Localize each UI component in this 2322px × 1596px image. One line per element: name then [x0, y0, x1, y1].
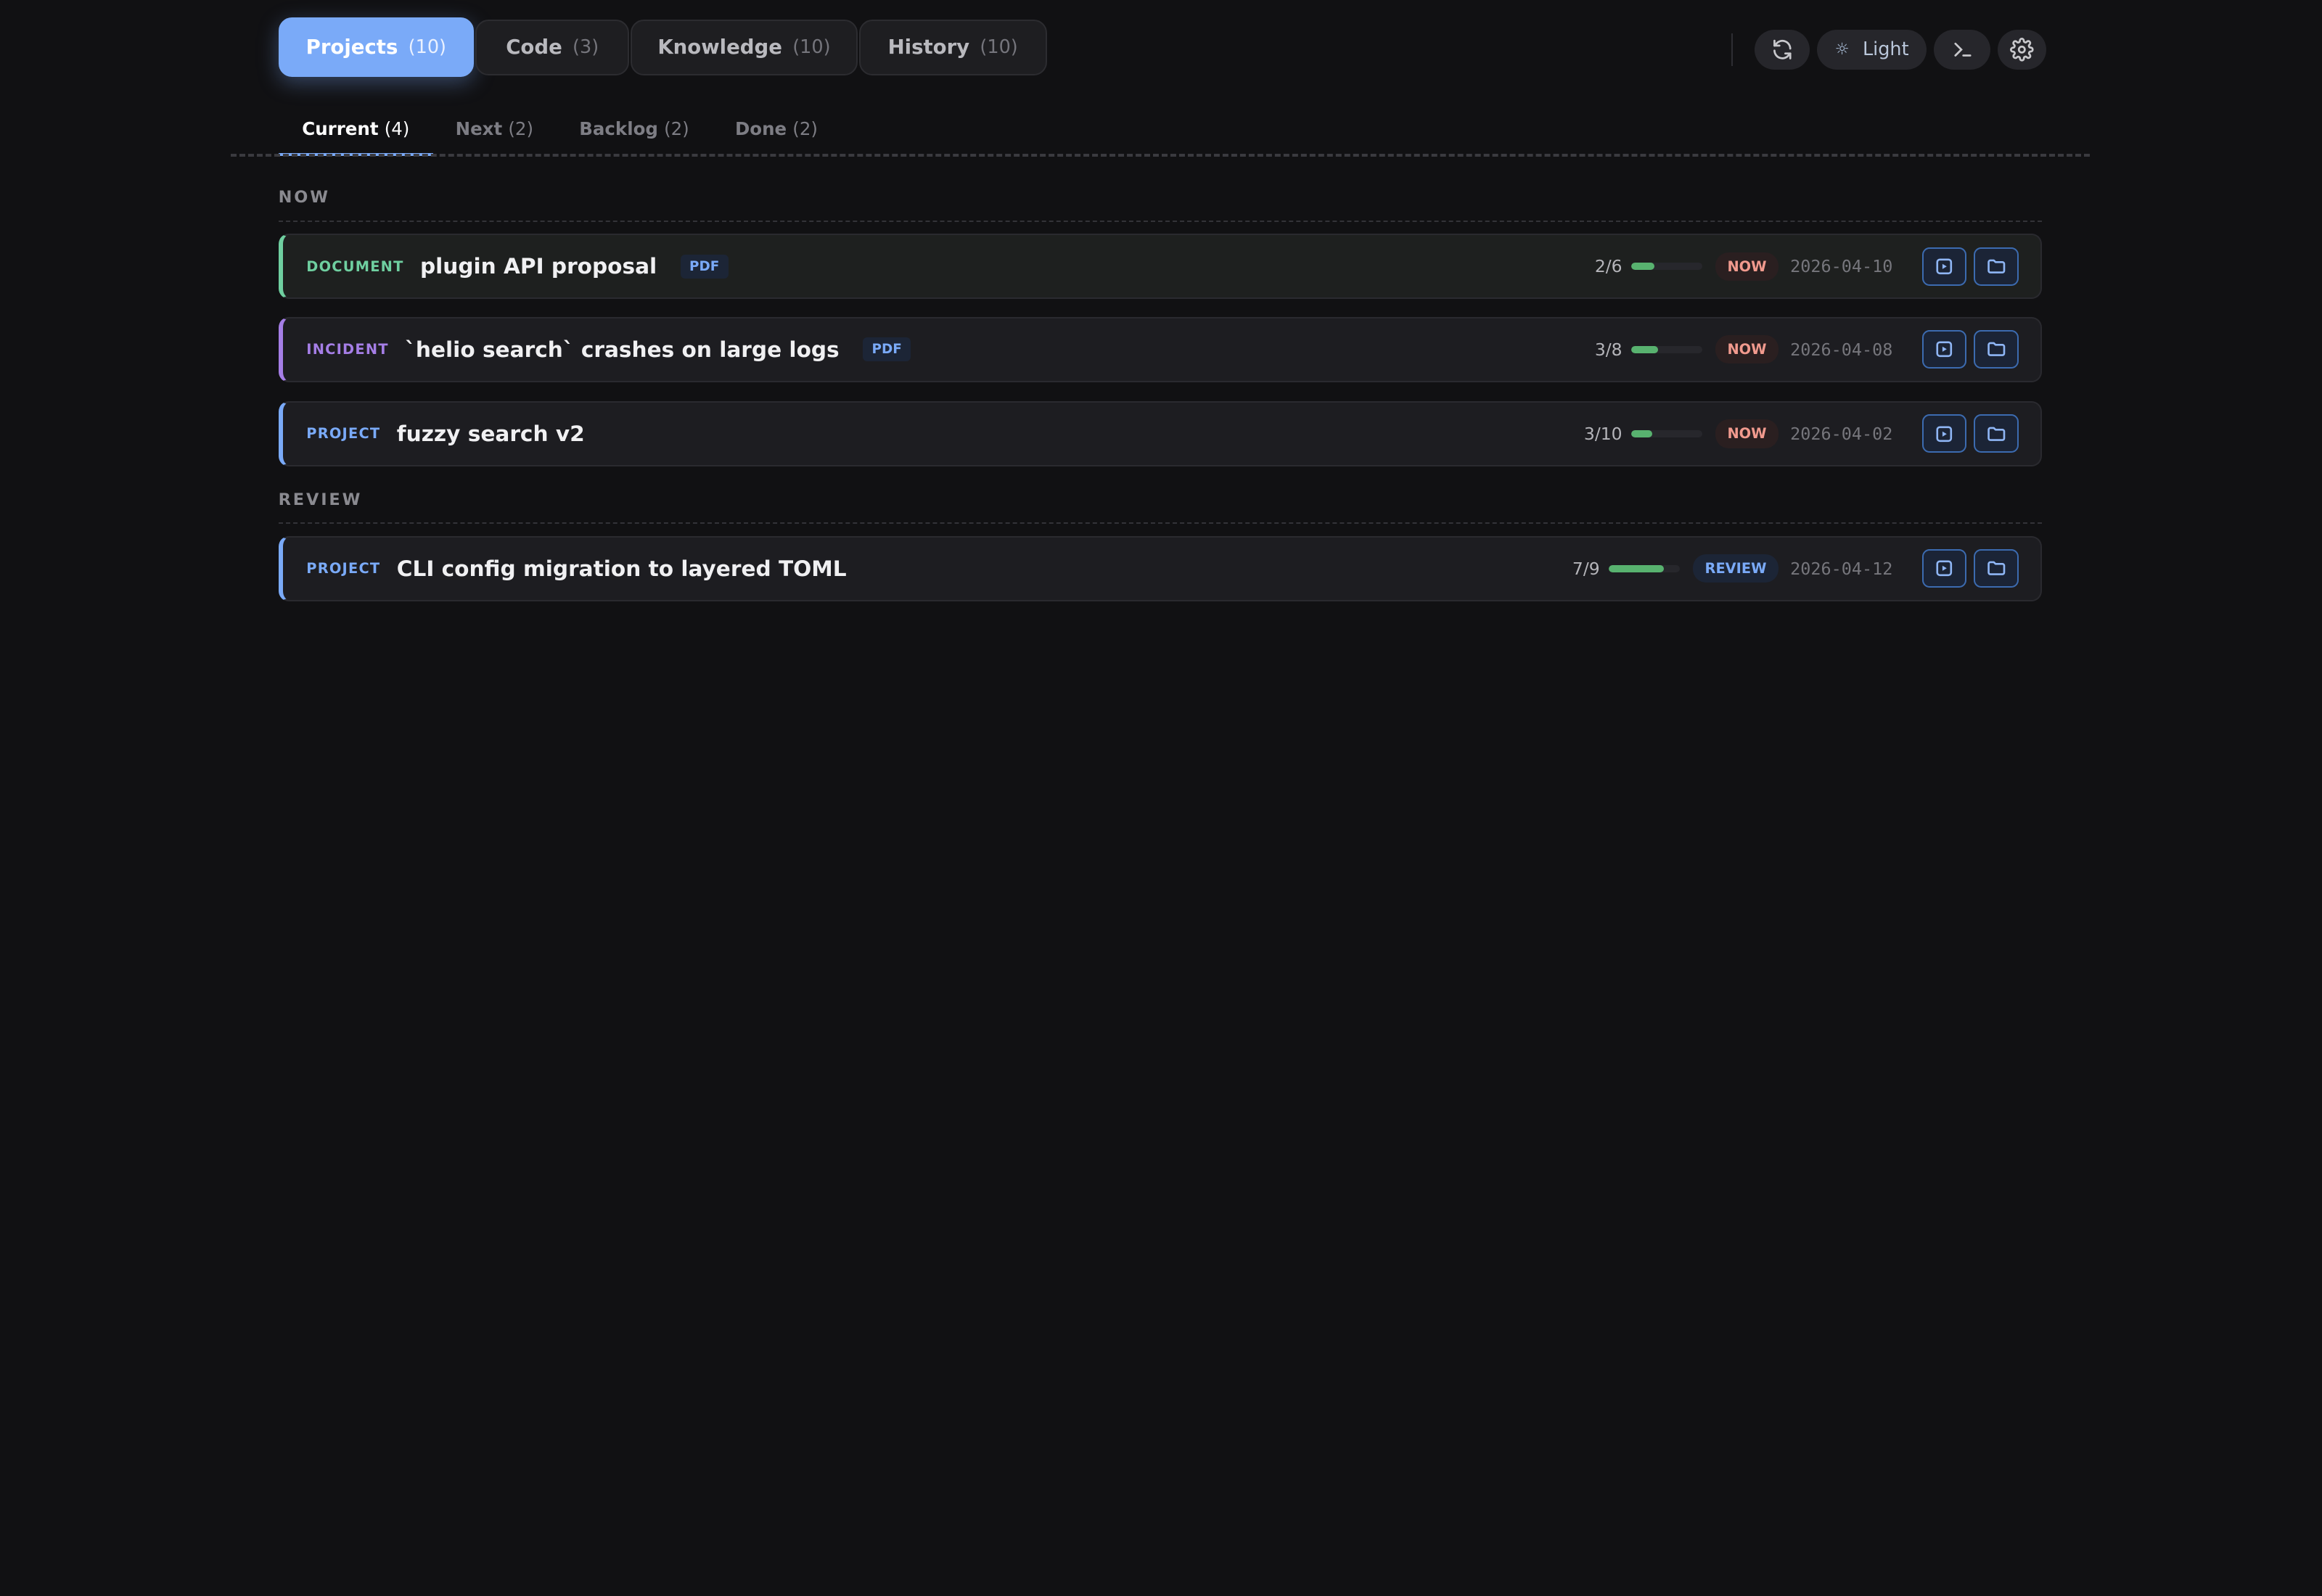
- progress-bar: [1630, 263, 1702, 271]
- gear-icon: [2010, 38, 2034, 62]
- folder-icon: [1987, 427, 2006, 441]
- play-square-icon: [1936, 426, 1953, 442]
- item-meta: 2/6 NOW 2026-04-10: [1595, 247, 2019, 286]
- status-badge: NOW: [1715, 334, 1779, 364]
- tab-history[interactable]: History (10): [858, 19, 1047, 76]
- subtab-label: Current: [302, 118, 379, 140]
- section-heading-now: NOW: [278, 188, 330, 207]
- pdf-badge[interactable]: PDF: [863, 337, 911, 362]
- item-date: 2026-04-10: [1790, 256, 1893, 277]
- item-kind: DOCUMENT: [306, 258, 404, 275]
- item-meta: 3/10 NOW 2026-04-02: [1584, 414, 2019, 453]
- tab-code[interactable]: Code (3): [475, 19, 630, 76]
- play-square-icon: [1936, 258, 1953, 275]
- folder-icon: [1987, 342, 2006, 357]
- open-button[interactable]: [1922, 330, 1967, 369]
- item-kind: PROJECT: [306, 425, 381, 443]
- tab-label: Projects: [305, 36, 398, 59]
- status-badge: NOW: [1715, 419, 1779, 448]
- progress-fill: [1630, 345, 1658, 353]
- status-badge: REVIEW: [1693, 554, 1779, 583]
- subtab-label: Backlog: [579, 118, 658, 140]
- progress-text: 2/6: [1594, 256, 1622, 277]
- item-title[interactable]: CLI config migration to layered TOML: [397, 556, 847, 581]
- tab-count: (3): [573, 36, 599, 59]
- theme-toggle-button[interactable]: ☼ Light: [1817, 29, 1927, 70]
- toolbar-divider: [1731, 33, 1733, 66]
- subtab-label: Done: [734, 118, 787, 140]
- item-title[interactable]: `helio search` crashes on large logs: [405, 337, 840, 362]
- list-item[interactable]: PROJECT fuzzy search v2 3/10 NOW 2026-04…: [278, 401, 2043, 466]
- subtab-backlog[interactable]: Backlog (2): [579, 115, 689, 155]
- item-date: 2026-04-02: [1790, 423, 1893, 444]
- open-folder-button[interactable]: [1974, 549, 2019, 588]
- open-folder-button[interactable]: [1974, 330, 2019, 369]
- tab-label: Code: [506, 36, 562, 59]
- pdf-badge[interactable]: PDF: [680, 254, 729, 279]
- folder-icon: [1987, 562, 2006, 576]
- section-divider: [278, 221, 2043, 223]
- subtab-count: (2): [664, 118, 689, 140]
- subtab-next[interactable]: Next (2): [456, 115, 533, 155]
- progress-text: 3/10: [1583, 423, 1622, 444]
- status-badge: NOW: [1715, 252, 1779, 281]
- progress-bar: [1630, 429, 1702, 438]
- progress-text: 7/9: [1572, 558, 1600, 579]
- play-square-icon: [1936, 341, 1953, 358]
- tab-count: (10): [408, 36, 447, 59]
- tab-label: History: [887, 36, 970, 59]
- tab-label: Knowledge: [657, 36, 782, 59]
- tab-count: (10): [792, 36, 831, 59]
- top-tabs: Projects (10) Code (3) Knowledge (10) Histo…: [278, 17, 1049, 78]
- item-kind: PROJECT: [306, 560, 381, 577]
- open-button[interactable]: [1922, 414, 1967, 453]
- refresh-icon: [1773, 39, 1792, 59]
- progress-fill: [1630, 263, 1655, 271]
- list-item[interactable]: INCIDENT `helio search` crashes on large…: [278, 316, 2043, 382]
- app: Projects (10) Code (3) Knowledge (10) Histo…: [0, 0, 2322, 1596]
- list-item[interactable]: DOCUMENT plugin API proposal PDF 2/6 NOW…: [278, 234, 2043, 300]
- progress-fill: [1608, 564, 1665, 572]
- toolbar: ☼ Light: [1731, 29, 2054, 70]
- item-date: 2026-04-08: [1790, 339, 1893, 360]
- play-square-icon: [1936, 560, 1953, 577]
- tab-knowledge[interactable]: Knowledge (10): [631, 19, 858, 76]
- sun-icon: ☼: [1834, 40, 1850, 59]
- item-date: 2026-04-12: [1790, 558, 1893, 579]
- item-meta: 7/9 REVIEW 2026-04-12: [1572, 549, 2019, 588]
- terminal-icon: [1954, 42, 1972, 57]
- tab-projects[interactable]: Projects (10): [278, 17, 475, 78]
- tab-count: (10): [980, 36, 1018, 59]
- settings-button[interactable]: [1998, 29, 2047, 70]
- subtabs-divider: [231, 154, 2090, 157]
- progress-text: 3/8: [1594, 339, 1622, 360]
- open-folder-button[interactable]: [1974, 247, 2019, 286]
- subtab-count: (2): [508, 118, 533, 140]
- subtab-count: (4): [384, 118, 410, 140]
- progress-fill: [1630, 429, 1653, 438]
- subtab-count: (2): [792, 118, 818, 140]
- item-title[interactable]: fuzzy search v2: [397, 421, 585, 446]
- section-divider: [278, 522, 2043, 525]
- subtab-done[interactable]: Done (2): [735, 115, 818, 155]
- progress-bar: [1630, 345, 1702, 353]
- progress-bar: [1608, 564, 1680, 572]
- item-title[interactable]: plugin API proposal: [420, 254, 657, 279]
- subtab-label: Next: [455, 118, 503, 140]
- open-button[interactable]: [1922, 549, 1967, 588]
- item-meta: 3/8 NOW 2026-04-08: [1595, 330, 2019, 369]
- refresh-button[interactable]: [1755, 29, 1810, 70]
- folder-icon: [1987, 259, 2006, 273]
- open-folder-button[interactable]: [1974, 414, 2019, 453]
- item-kind: INCIDENT: [306, 341, 389, 358]
- section-heading-review: REVIEW: [278, 490, 363, 509]
- subtab-current[interactable]: Current (4): [278, 115, 433, 156]
- terminal-button[interactable]: [1934, 29, 1990, 70]
- sub-tabs: Current (4) Next (2) Backlog (2) Done (2): [278, 115, 864, 156]
- open-button[interactable]: [1922, 247, 1967, 286]
- theme-label: Light: [1862, 38, 1909, 61]
- list-item[interactable]: PROJECT CLI config migration to layered …: [278, 535, 2043, 601]
